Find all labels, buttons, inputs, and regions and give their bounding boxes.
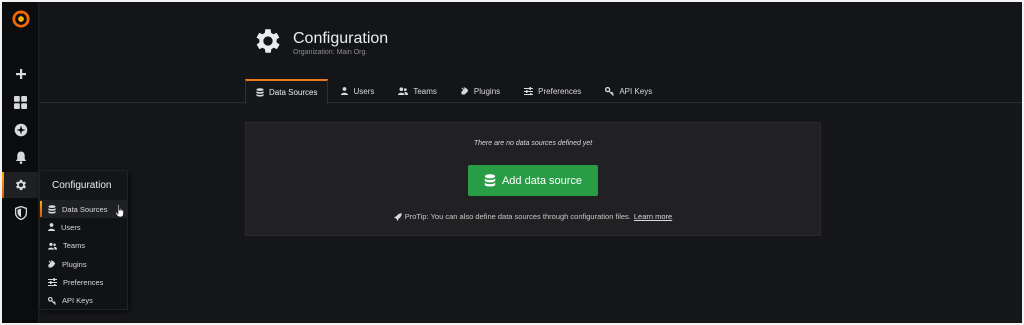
gear-icon: [252, 25, 284, 62]
tab-users[interactable]: Users: [330, 79, 385, 103]
sliders-icon: [524, 87, 534, 95]
protip-text: ProTip: You can also define data sources…: [404, 212, 631, 221]
shield-icon[interactable]: [2, 200, 39, 226]
grafana-logo-icon[interactable]: [2, 6, 39, 32]
add-data-source-label: Add data source: [501, 174, 583, 187]
plug-icon: [461, 87, 469, 95]
flyout-item-plugins[interactable]: Plugins: [40, 255, 127, 273]
tab-label: Plugins: [473, 86, 501, 96]
flyout-item-label: Data Sources: [62, 204, 108, 214]
bell-icon[interactable]: [2, 144, 39, 170]
tab-bar: Data Sources Users Teams Plugins Prefere…: [245, 79, 665, 104]
gear-icon[interactable]: [2, 172, 39, 198]
tab-plugins[interactable]: Plugins: [450, 79, 511, 103]
user-icon: [341, 87, 349, 95]
learn-more-link[interactable]: Learn more: [634, 212, 672, 221]
page-title: Configuration: [293, 30, 389, 47]
flyout-item-label: Users: [61, 222, 81, 232]
rocket-icon: [393, 212, 402, 221]
flyout-item-preferences[interactable]: Preferences: [40, 273, 127, 291]
database-icon: [484, 174, 496, 187]
key-icon: [48, 296, 56, 305]
database-icon: [48, 204, 56, 214]
compass-icon[interactable]: [2, 117, 39, 143]
page-subtitle: Organization: Main Org.: [293, 49, 368, 56]
key-icon: [605, 86, 615, 96]
flyout-item-label: API Keys: [62, 296, 93, 306]
tab-api-keys[interactable]: API Keys: [594, 79, 663, 103]
protip: ProTip: You can also define data sources…: [246, 212, 820, 221]
empty-datasources-panel: There are no data sources defined yet Ad…: [245, 122, 821, 236]
flyout-item-api-keys[interactable]: API Keys: [40, 291, 127, 309]
tab-data-sources[interactable]: Data Sources: [245, 79, 329, 104]
flyout-item-teams[interactable]: Teams: [40, 237, 127, 255]
page-header: Configuration Organization: Main Org. Da…: [40, 2, 1022, 104]
flyout-item-data-sources[interactable]: Data Sources: [40, 200, 127, 219]
hand-cursor-icon: [115, 204, 126, 223]
tab-label: Preferences: [538, 86, 582, 96]
sidebar: [2, 2, 39, 323]
users-icon: [398, 87, 409, 95]
flyout-title: Configuration: [40, 171, 127, 200]
tab-label: Users: [353, 86, 375, 96]
dashboards-icon[interactable]: [2, 89, 39, 115]
tab-preferences[interactable]: Preferences: [513, 79, 592, 103]
users-icon: [48, 242, 57, 250]
flyout-item-label: Plugins: [62, 259, 87, 269]
configuration-flyout-menu: Configuration Data Sources Users Teams P…: [39, 170, 128, 310]
database-icon: [256, 87, 264, 97]
plus-icon[interactable]: [2, 61, 39, 87]
app-window: Configuration Organization: Main Org. Da…: [0, 0, 1024, 325]
tab-label: Teams: [413, 86, 437, 96]
add-data-source-button[interactable]: Add data source: [468, 165, 598, 196]
sliders-icon: [48, 278, 57, 287]
tab-label: Data Sources: [269, 87, 318, 97]
flyout-item-label: Teams: [63, 241, 86, 251]
flyout-item-users[interactable]: Users: [40, 218, 127, 236]
tab-teams[interactable]: Teams: [387, 79, 448, 103]
empty-state-message: There are no data sources defined yet: [473, 140, 593, 147]
plug-icon: [48, 260, 56, 268]
flyout-item-label: Preferences: [63, 277, 104, 287]
tab-label: API Keys: [619, 86, 653, 96]
user-icon: [48, 223, 55, 232]
